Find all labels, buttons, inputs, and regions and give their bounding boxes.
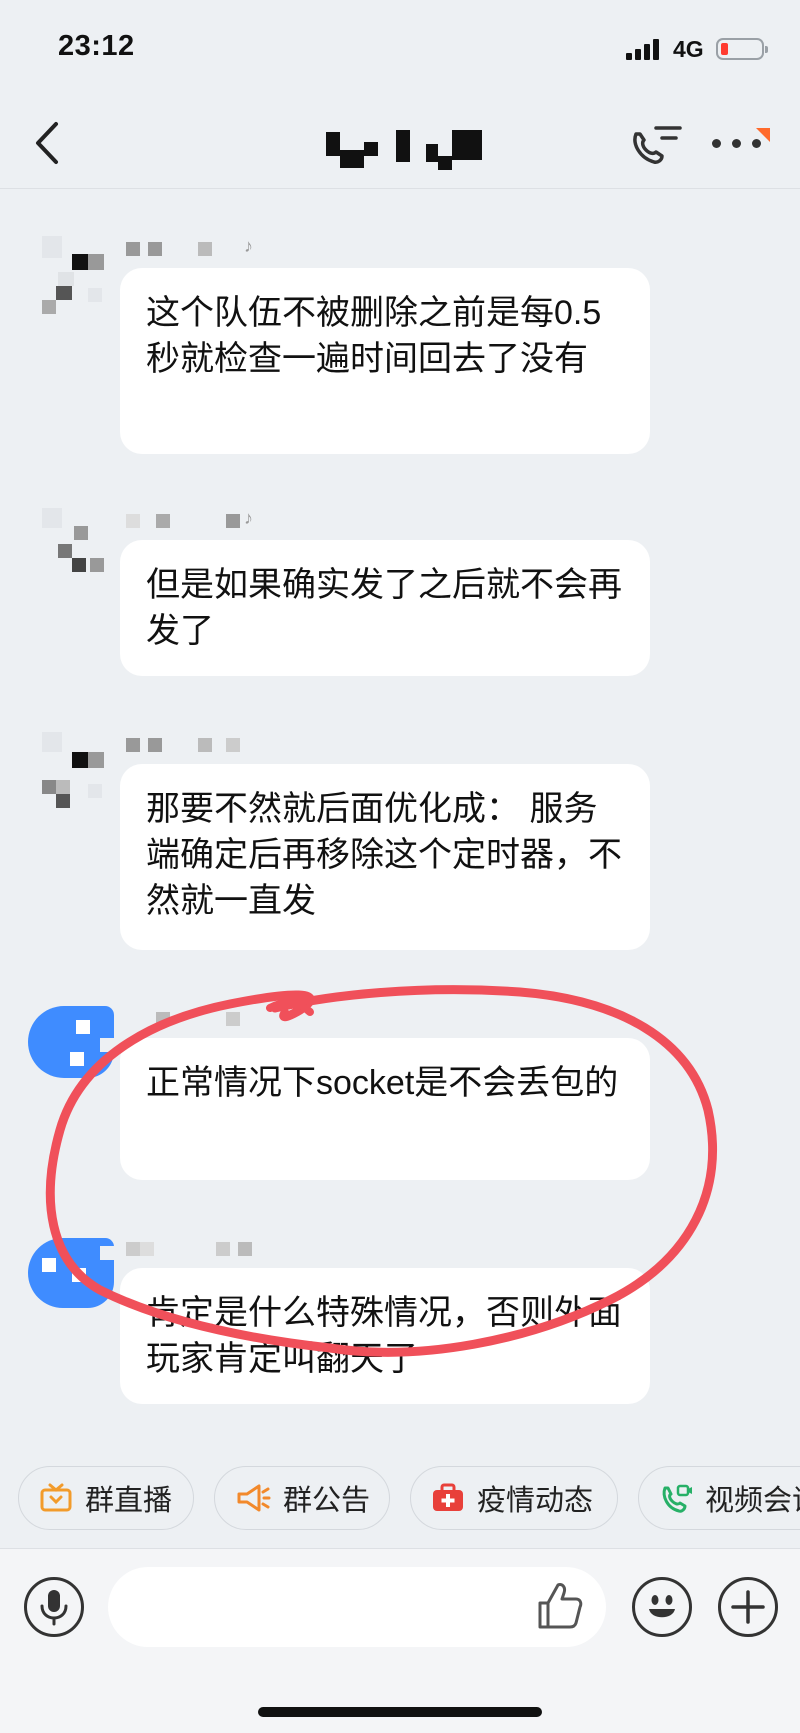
phone-call-icon[interactable] — [626, 122, 682, 168]
sender-name-redacted — [126, 1004, 276, 1032]
smiley-face-icon — [649, 1595, 675, 1618]
sender-name-redacted: ♪ — [126, 506, 276, 534]
quick-action-label: 群公告 — [283, 1485, 371, 1517]
thumbs-up-icon[interactable] — [536, 1579, 584, 1631]
video-call-icon — [662, 1484, 692, 1513]
message-text: 肯定是什么特殊情况，否则外面玩家肯定叫翻天了 — [146, 1294, 622, 1378]
megaphone-icon — [237, 1484, 271, 1512]
microphone-icon — [40, 1590, 68, 1626]
quick-action-label: 群直播 — [85, 1485, 173, 1517]
tv-icon — [40, 1483, 72, 1512]
quick-action-group-announcement[interactable]: 群公告 — [214, 1466, 390, 1530]
message-input[interactable] — [108, 1567, 606, 1647]
back-arrow-icon[interactable] — [28, 118, 68, 168]
quick-action-label: 疫情动态 — [477, 1485, 594, 1517]
quick-action-epidemic-news[interactable]: 疫情动态 — [410, 1466, 618, 1530]
emoji-button[interactable] — [632, 1577, 692, 1637]
message-text: 但是如果确实发了之后就不会再发了 — [146, 566, 622, 650]
avatar-redacted[interactable] — [28, 724, 114, 810]
status-time: 23:12 — [58, 30, 135, 62]
medical-kit-icon — [433, 1483, 463, 1511]
signal-strength-icon — [626, 38, 664, 60]
quick-action-video-meeting[interactable]: 视频会议 — [638, 1466, 800, 1530]
input-bar — [0, 1548, 800, 1733]
chat-header — [0, 100, 800, 189]
plus-icon — [731, 1590, 765, 1624]
battery-icon — [716, 38, 768, 60]
more-options-icon[interactable] — [710, 122, 772, 168]
more-functions-button[interactable] — [718, 1577, 778, 1637]
avatar-redacted[interactable] — [28, 998, 114, 1084]
message-bubble[interactable]: 但是如果确实发了之后就不会再发了 — [120, 540, 650, 676]
message-bubble[interactable]: 这个队伍不被删除之前是每0.5秒就检查一遍时间回去了没有 — [120, 268, 650, 454]
home-indicator[interactable] — [258, 1707, 542, 1717]
sender-name-redacted: ♪ — [126, 234, 276, 262]
sender-name-redacted — [126, 730, 276, 758]
avatar-redacted[interactable] — [28, 228, 114, 314]
message-bubble[interactable]: 正常情况下socket是不会丢包的 — [120, 1038, 650, 1180]
status-bar: 23:12 4G — [0, 0, 800, 100]
message-text: 这个队伍不被删除之前是每0.5秒就检查一遍时间回去了没有 — [146, 294, 602, 378]
message-text: 正常情况下socket是不会丢包的 — [146, 1064, 619, 1102]
network-type: 4G — [673, 36, 704, 62]
notification-badge — [756, 128, 770, 142]
voice-input-button[interactable] — [24, 1577, 84, 1637]
message-bubble[interactable]: 那要不然就后面优化成： 服务端确定后再移除这个定时器，不然就一直发 — [120, 764, 650, 950]
quick-action-label: 视频会议 — [705, 1485, 800, 1517]
message-text: 那要不然就后面优化成： 服务端确定后再移除这个定时器，不然就一直发 — [146, 790, 622, 920]
quick-action-group-live[interactable]: 群直播 — [18, 1466, 194, 1530]
message-bubble[interactable]: 肯定是什么特殊情况，否则外面玩家肯定叫翻天了 — [120, 1268, 650, 1404]
quick-actions-bar: 群直播 群公告 疫情动态 视频会议 — [0, 1464, 800, 1540]
chat-title-redacted — [326, 126, 486, 170]
avatar-redacted[interactable] — [28, 500, 114, 586]
avatar-redacted[interactable] — [28, 1228, 114, 1314]
sender-name-redacted — [126, 1234, 276, 1262]
